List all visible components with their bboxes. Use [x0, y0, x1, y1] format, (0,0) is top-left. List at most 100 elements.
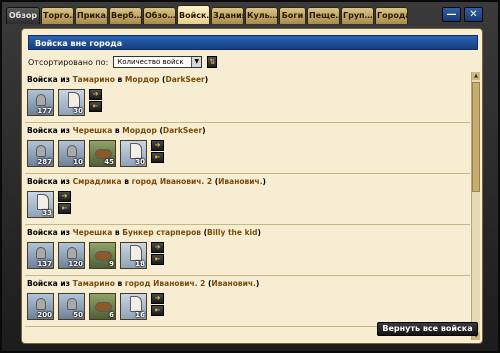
scroll-thumb[interactable] [472, 82, 480, 192]
origin-city-link[interactable]: Черешка [73, 228, 113, 237]
tab-10[interactable]: Груп… [341, 7, 374, 24]
unit-count: 200 [37, 311, 52, 319]
unit-count: 16 [135, 311, 145, 319]
unit-count: 33 [42, 209, 52, 217]
title-prefix: Войска из [27, 177, 73, 186]
group-title: Войска из Тамарино в город Иванович. 2 (… [27, 278, 470, 289]
title-connector: в [114, 75, 125, 84]
owner-close: ) [262, 177, 266, 186]
tab-8[interactable]: Боги [279, 7, 306, 24]
tab-5[interactable]: Войск… [177, 5, 210, 24]
destination-link[interactable]: город Иванович. 2 [125, 279, 206, 288]
unit-arch-icon[interactable]: 137 [27, 242, 54, 269]
unit-count: 287 [37, 158, 52, 166]
send-arrow-icon[interactable]: ➔ [89, 89, 102, 100]
unit-ship-icon[interactable]: 33 [27, 191, 54, 218]
unit-cav-icon[interactable]: 45 [89, 140, 116, 167]
title-prefix: Войска из [27, 75, 73, 84]
unit-arch-icon[interactable]: 50 [58, 293, 85, 320]
owner-link[interactable]: DarkSeer [165, 75, 204, 84]
title-prefix: Войска из [27, 126, 73, 135]
tab-3[interactable]: Верб… [109, 7, 142, 24]
sort-select[interactable]: Количество войск ▼ [113, 56, 203, 68]
unit-figure [36, 247, 46, 259]
return-all-button[interactable]: Вернуть все войска [377, 322, 478, 336]
unit-arch-icon[interactable]: 177 [27, 89, 54, 116]
owner-close: ) [255, 279, 260, 288]
unit-figure [67, 247, 77, 259]
close-button[interactable]: ✕ [464, 7, 483, 22]
return-arrow-icon[interactable]: ⇤ [89, 101, 102, 112]
tab-7[interactable]: Куль… [245, 7, 278, 24]
group-units: 177 30 ➔ ⇤ [27, 89, 470, 116]
scroll-up-icon[interactable]: ▲ [472, 72, 480, 80]
title-connector: в [112, 126, 123, 135]
origin-city-link[interactable]: Тамарино [73, 279, 115, 288]
owner-close: ) [204, 75, 209, 84]
origin-city-link[interactable]: Смрадлика [73, 177, 122, 186]
group-actions: ➔ ⇤ [151, 140, 164, 163]
sort-row: Отсортировано по: Количество войск ▼ ⇅ [28, 55, 218, 69]
group-title: Войска из Смрадлика в город Иванович. 2 … [27, 176, 470, 187]
destination-link[interactable]: город Иванович. 2 [132, 177, 213, 186]
unit-count: 18 [135, 260, 145, 268]
unit-figure [68, 92, 80, 108]
group-units: 33 ➔ ⇤ [27, 191, 470, 218]
group-title: Войска из Тамарино в Мордор (DarkSeer) [27, 74, 470, 85]
origin-city-link[interactable]: Черешка [73, 126, 113, 135]
send-arrow-icon[interactable]: ➔ [151, 293, 164, 304]
destination-link[interactable]: Бункер старперов [122, 228, 201, 237]
return-arrow-icon[interactable]: ⇤ [151, 152, 164, 163]
destination-link[interactable]: Мордор [125, 75, 160, 84]
tab-9[interactable]: Пеще… [307, 7, 340, 24]
title-prefix: Войска из [27, 228, 73, 237]
window-frame: ОбзорТорго…Прика…Верб…Обзо…Войск…ЗданияК… [0, 0, 500, 353]
owner-link[interactable]: Иванович. [211, 279, 255, 288]
tab-0[interactable]: Обзор [6, 7, 40, 24]
unit-count: 10 [73, 158, 83, 166]
unit-ship-icon[interactable]: 30 [58, 89, 85, 116]
title-prefix: Войска из [27, 279, 73, 288]
tab-4[interactable]: Обзо… [143, 7, 176, 24]
troop-group: Войска из Смрадлика в город Иванович. 2 … [25, 174, 470, 225]
tab-bar: ОбзорТорго…Прика…Верб…Обзо…Войск…ЗданияК… [6, 5, 408, 24]
owner-link[interactable]: Иванович. [218, 177, 262, 186]
unit-ship-icon[interactable]: 16 [120, 293, 147, 320]
tab-6[interactable]: Здания [211, 7, 244, 24]
group-units: 200 50 6 16 ➔ ⇤ [27, 293, 470, 320]
return-arrow-icon[interactable]: ⇤ [151, 254, 164, 265]
send-arrow-icon[interactable]: ➔ [151, 140, 164, 151]
group-title: Войска из Черешка в Мордор (DarkSeer) [27, 125, 470, 136]
tab-11[interactable]: Города [375, 7, 408, 24]
unit-ship-icon[interactable]: 30 [120, 140, 147, 167]
unit-ship-icon[interactable]: 18 [120, 242, 147, 269]
tab-2[interactable]: Прика… [75, 7, 108, 24]
unit-count: 6 [109, 311, 114, 319]
send-arrow-icon[interactable]: ➔ [151, 242, 164, 253]
return-arrow-icon[interactable]: ⇤ [151, 305, 164, 316]
unit-cav-icon[interactable]: 9 [89, 242, 116, 269]
sort-order-button[interactable]: ⇅ [207, 56, 218, 68]
send-arrow-icon[interactable]: ➔ [58, 191, 71, 202]
unit-count: 45 [104, 158, 114, 166]
return-arrow-icon[interactable]: ⇤ [58, 203, 71, 214]
owner-link[interactable]: Billy the kid [207, 228, 257, 237]
group-units: 287 10 45 30 ➔ ⇤ [27, 140, 470, 167]
unit-arch-icon[interactable]: 10 [58, 140, 85, 167]
troops-list: Войска из Тамарино в Мордор (DarkSeer) 17… [25, 72, 470, 340]
destination-link[interactable]: Мордор [122, 126, 157, 135]
unit-figure [130, 296, 142, 312]
origin-city-link[interactable]: Тамарино [73, 75, 115, 84]
title-connector: в [121, 177, 132, 186]
scrollbar[interactable]: ▲ ▼ [471, 72, 480, 340]
unit-cav-icon[interactable]: 6 [89, 293, 116, 320]
group-actions: ➔ ⇤ [151, 293, 164, 316]
unit-arch-icon[interactable]: 287 [27, 140, 54, 167]
owner-close: ) [257, 228, 261, 237]
tab-1[interactable]: Торго… [41, 7, 74, 24]
unit-count: 177 [37, 107, 52, 115]
minimize-button[interactable]: — [442, 7, 461, 22]
owner-link[interactable]: DarkSeer [163, 126, 202, 135]
unit-arch-icon[interactable]: 120 [58, 242, 85, 269]
unit-arch-icon[interactable]: 200 [27, 293, 54, 320]
